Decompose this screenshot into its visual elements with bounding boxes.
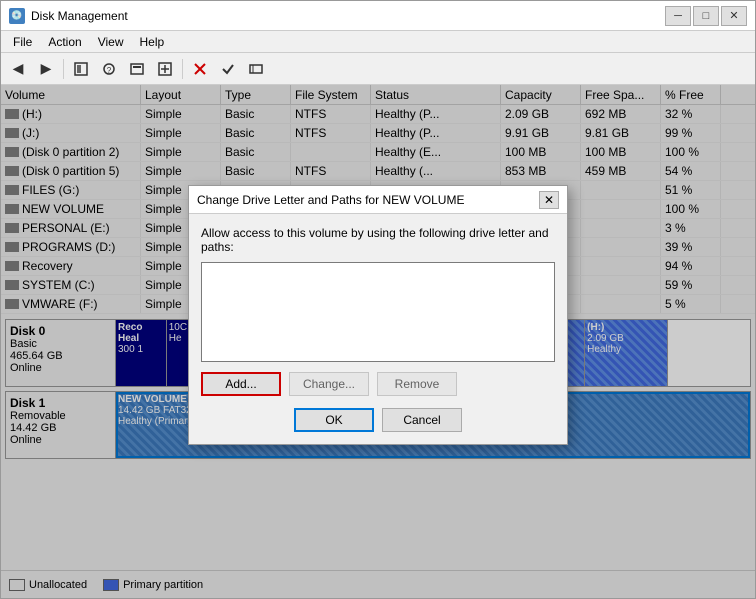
- menu-bar: File Action View Help: [1, 31, 755, 53]
- toolbar-back[interactable]: ◀: [5, 57, 31, 81]
- toolbar-btn2[interactable]: ?: [96, 57, 122, 81]
- menu-file[interactable]: File: [5, 33, 40, 51]
- menu-action[interactable]: Action: [40, 33, 89, 51]
- toolbar-btn1[interactable]: [68, 57, 94, 81]
- dialog-ok-cancel: OK Cancel: [201, 408, 555, 432]
- title-bar-left: 💿 Disk Management: [9, 8, 128, 24]
- title-controls: ─ □ ✕: [665, 6, 747, 26]
- dialog-listbox[interactable]: [201, 262, 555, 362]
- dialog-titlebar: Change Drive Letter and Paths for NEW VO…: [189, 186, 567, 214]
- dialog-body: Allow access to this volume by using the…: [189, 214, 567, 444]
- toolbar-delete[interactable]: [187, 57, 213, 81]
- dialog-title: Change Drive Letter and Paths for NEW VO…: [197, 193, 464, 207]
- toolbar: ◀ ▶ ?: [1, 53, 755, 85]
- close-button[interactable]: ✕: [721, 6, 747, 26]
- app-icon: 💿: [9, 8, 25, 24]
- dialog-action-buttons: Add... Change... Remove: [201, 372, 555, 396]
- title-bar: 💿 Disk Management ─ □ ✕: [1, 1, 755, 31]
- toolbar-btn5[interactable]: [243, 57, 269, 81]
- toolbar-btn4[interactable]: [152, 57, 178, 81]
- dialog-close-button[interactable]: ✕: [539, 191, 559, 209]
- dialog-cancel-button[interactable]: Cancel: [382, 408, 462, 432]
- change-drive-dialog: Change Drive Letter and Paths for NEW VO…: [188, 185, 568, 445]
- menu-view[interactable]: View: [90, 33, 132, 51]
- dialog-add-button[interactable]: Add...: [201, 372, 281, 396]
- svg-text:?: ?: [107, 66, 112, 75]
- dialog-description: Allow access to this volume by using the…: [201, 226, 555, 254]
- dialog-change-button[interactable]: Change...: [289, 372, 369, 396]
- window-title: Disk Management: [31, 9, 128, 23]
- main-window: 💿 Disk Management ─ □ ✕ File Action View…: [0, 0, 756, 599]
- minimize-button[interactable]: ─: [665, 6, 691, 26]
- toolbar-btn3[interactable]: [124, 57, 150, 81]
- menu-help[interactable]: Help: [132, 33, 173, 51]
- dialog-ok-button[interactable]: OK: [294, 408, 374, 432]
- toolbar-check[interactable]: [215, 57, 241, 81]
- dialog-overlay: Change Drive Letter and Paths for NEW VO…: [1, 85, 755, 598]
- toolbar-forward[interactable]: ▶: [33, 57, 59, 81]
- maximize-button[interactable]: □: [693, 6, 719, 26]
- toolbar-sep-2: [182, 59, 183, 79]
- content-area: Volume Layout Type File System Status Ca…: [1, 85, 755, 598]
- toolbar-sep-1: [63, 59, 64, 79]
- dialog-remove-button[interactable]: Remove: [377, 372, 457, 396]
